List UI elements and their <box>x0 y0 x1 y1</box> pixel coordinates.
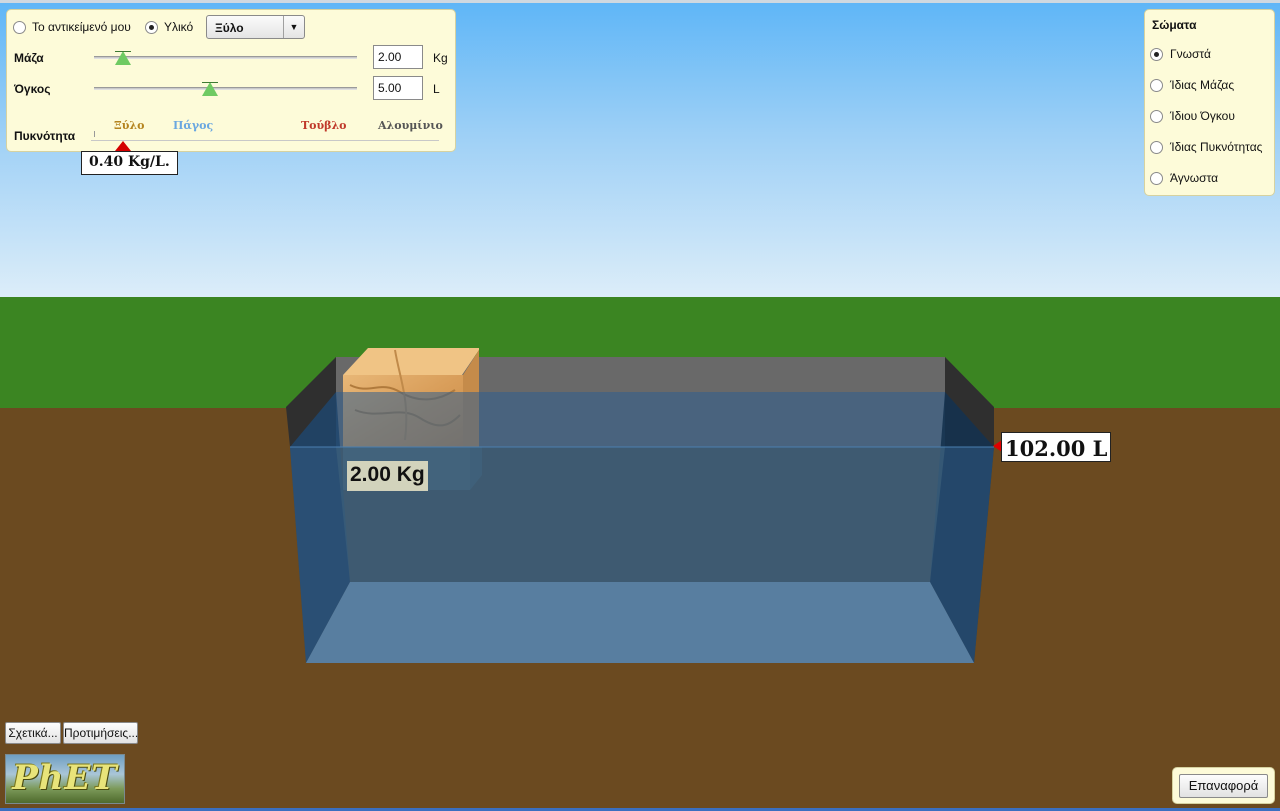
bodies-option-unknown-radio[interactable] <box>1150 172 1163 185</box>
density-readout: 0.40 Kg/L. <box>81 151 178 175</box>
mass-label: Μάζα <box>14 51 44 65</box>
bodies-option-same-volume-radio[interactable] <box>1150 110 1163 123</box>
density-aluminum-label: Αλουμίνιο <box>378 119 443 132</box>
water-volume-readout: 102.00 L <box>1001 432 1112 462</box>
material-label: Υλικό <box>164 20 194 34</box>
ground-background <box>0 408 1280 811</box>
density-label: Πυκνότητα <box>14 129 76 143</box>
volume-label: Όγκος <box>14 82 51 96</box>
density-wood-label: Ξύλο <box>114 119 145 132</box>
volume-unit: L <box>433 82 440 96</box>
bodies-option-unknown-label: Άγνωστα <box>1170 171 1219 185</box>
about-button[interactable]: Σχετικά... <box>5 722 61 744</box>
reset-panel: Επαναφορά <box>1172 767 1275 804</box>
bodies-panel: Σώματα Γνωστά Ίδιας Μάζας Ίδιου Όγκου Ίδ… <box>1144 9 1275 196</box>
mass-slider-thumb[interactable] <box>114 51 131 65</box>
reset-button[interactable]: Επαναφορά <box>1179 774 1268 798</box>
material-dropdown-value: Ξύλο <box>215 21 244 35</box>
mass-slider-track[interactable] <box>94 56 357 59</box>
material-radio[interactable] <box>145 21 158 34</box>
preferences-button[interactable]: Προτιμήσεις... <box>63 722 138 744</box>
block-mass-label: 2.00 Kg <box>347 461 428 491</box>
density-scale-tick <box>94 131 95 137</box>
bodies-option-known-radio[interactable] <box>1150 48 1163 61</box>
bodies-option-same-mass-label: Ίδιας Μάζας <box>1170 78 1235 92</box>
density-brick-label: Τούβλο <box>301 119 347 132</box>
volume-slider-track[interactable] <box>94 87 357 90</box>
phet-logo-text: PhET <box>12 758 118 798</box>
bodies-option-same-density-radio[interactable] <box>1150 141 1163 154</box>
material-control-panel: Το αντικείμενό μου Υλικό Ξύλο ▼ Μάζα 2.0… <box>6 9 456 152</box>
volume-input[interactable]: 5.00 <box>373 76 423 100</box>
bodies-option-known-label: Γνωστά <box>1170 47 1211 61</box>
bodies-option-same-mass-radio[interactable] <box>1150 79 1163 92</box>
my-object-radio[interactable] <box>13 21 26 34</box>
chevron-down-icon[interactable]: ▼ <box>283 16 304 38</box>
bodies-option-same-density-label: Ίδιας Πυκνότητας <box>1170 140 1263 154</box>
material-dropdown[interactable]: Ξύλο ▼ <box>206 15 305 39</box>
bodies-option-same-volume-label: Ίδιου Όγκου <box>1170 109 1235 123</box>
grass-strip <box>0 297 1280 408</box>
mass-unit: Kg <box>433 51 448 65</box>
bodies-panel-title: Σώματα <box>1152 18 1197 32</box>
density-scale-line <box>91 140 439 142</box>
density-ice-label: Πάγος <box>173 119 214 132</box>
phet-logo[interactable]: PhET <box>5 754 125 804</box>
volume-slider-thumb[interactable] <box>201 82 218 96</box>
my-object-label: Το αντικείμενό μου <box>32 20 131 34</box>
mass-input[interactable]: 2.00 <box>373 45 423 69</box>
density-pointer-icon <box>115 141 131 151</box>
